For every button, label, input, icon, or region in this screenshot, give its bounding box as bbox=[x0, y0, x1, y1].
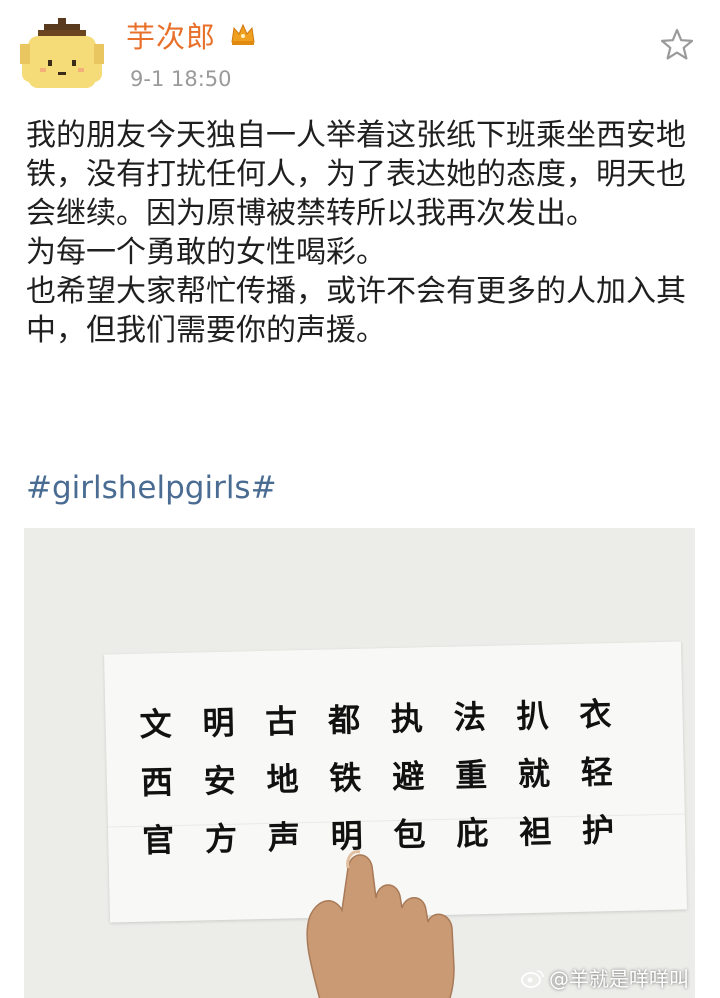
watermark-text: @羊就是咩咩叫 bbox=[549, 967, 689, 991]
sign-char: 衣 bbox=[578, 695, 612, 734]
sign-char: 避 bbox=[391, 757, 425, 797]
sign-char: 重 bbox=[454, 755, 488, 795]
watermark: @羊就是咩咩叫 bbox=[521, 963, 689, 992]
crown-badge-icon bbox=[231, 23, 255, 45]
post-paragraph: 我的朋友今天独自一人举着这张纸下班乘坐西安地铁，没有打扰任何人，为了表达她的态度… bbox=[26, 118, 686, 231]
sign-char: 执 bbox=[390, 699, 424, 739]
sign-char: 护 bbox=[581, 811, 615, 850]
sign-char: 安 bbox=[203, 761, 237, 801]
sign-char: 轻 bbox=[580, 753, 614, 792]
post-paragraph: 也希望大家帮忙传播，或许不会有更多的人加入其中，但我们需要你的声援。 bbox=[26, 274, 686, 348]
sign-char: 都 bbox=[327, 700, 361, 740]
post-photo[interactable]: 文 明 古 都 执 法 扒 衣 西 安 地 铁 避 重 就 轻 官 方 声 明 … bbox=[24, 528, 695, 998]
sign-row: 西 安 地 铁 避 重 就 轻 bbox=[136, 743, 617, 812]
holding-hand bbox=[306, 850, 455, 998]
sign-char: 古 bbox=[264, 702, 298, 741]
post-paragraph: 为每一个勇敢的女性喝彩。 bbox=[26, 235, 386, 270]
post-timestamp: 9-1 18:50 bbox=[130, 67, 232, 91]
sign-row: 文 明 古 都 执 法 扒 衣 bbox=[135, 685, 616, 754]
sign-char: 扒 bbox=[516, 696, 550, 736]
sign-char: 地 bbox=[266, 760, 300, 799]
username[interactable]: 芋次郎 bbox=[126, 14, 216, 56]
post-body: 我的朋友今天独自一人举着这张纸下班乘坐西安地铁，没有打扰任何人，为了表达她的态度… bbox=[26, 116, 696, 350]
sign-char: 西 bbox=[140, 763, 174, 802]
sign-char: 铁 bbox=[328, 758, 362, 798]
sign-char: 就 bbox=[517, 754, 551, 794]
sign-char: 方 bbox=[204, 819, 238, 859]
sign-char: 官 bbox=[141, 821, 175, 860]
sign-char: 法 bbox=[453, 697, 487, 737]
avatar[interactable] bbox=[14, 16, 110, 98]
sign-char: 袒 bbox=[518, 812, 552, 852]
sign-char: 明 bbox=[202, 703, 235, 743]
hashtag-link[interactable]: #girlshelpgirls# bbox=[26, 470, 277, 506]
star-icon[interactable] bbox=[658, 26, 696, 64]
post-header: 芋次郎 9-1 18:50 bbox=[0, 0, 720, 110]
pompompurin-avatar-icon bbox=[20, 18, 104, 88]
sign-char: 文 bbox=[139, 705, 173, 744]
weibo-icon bbox=[521, 969, 544, 988]
